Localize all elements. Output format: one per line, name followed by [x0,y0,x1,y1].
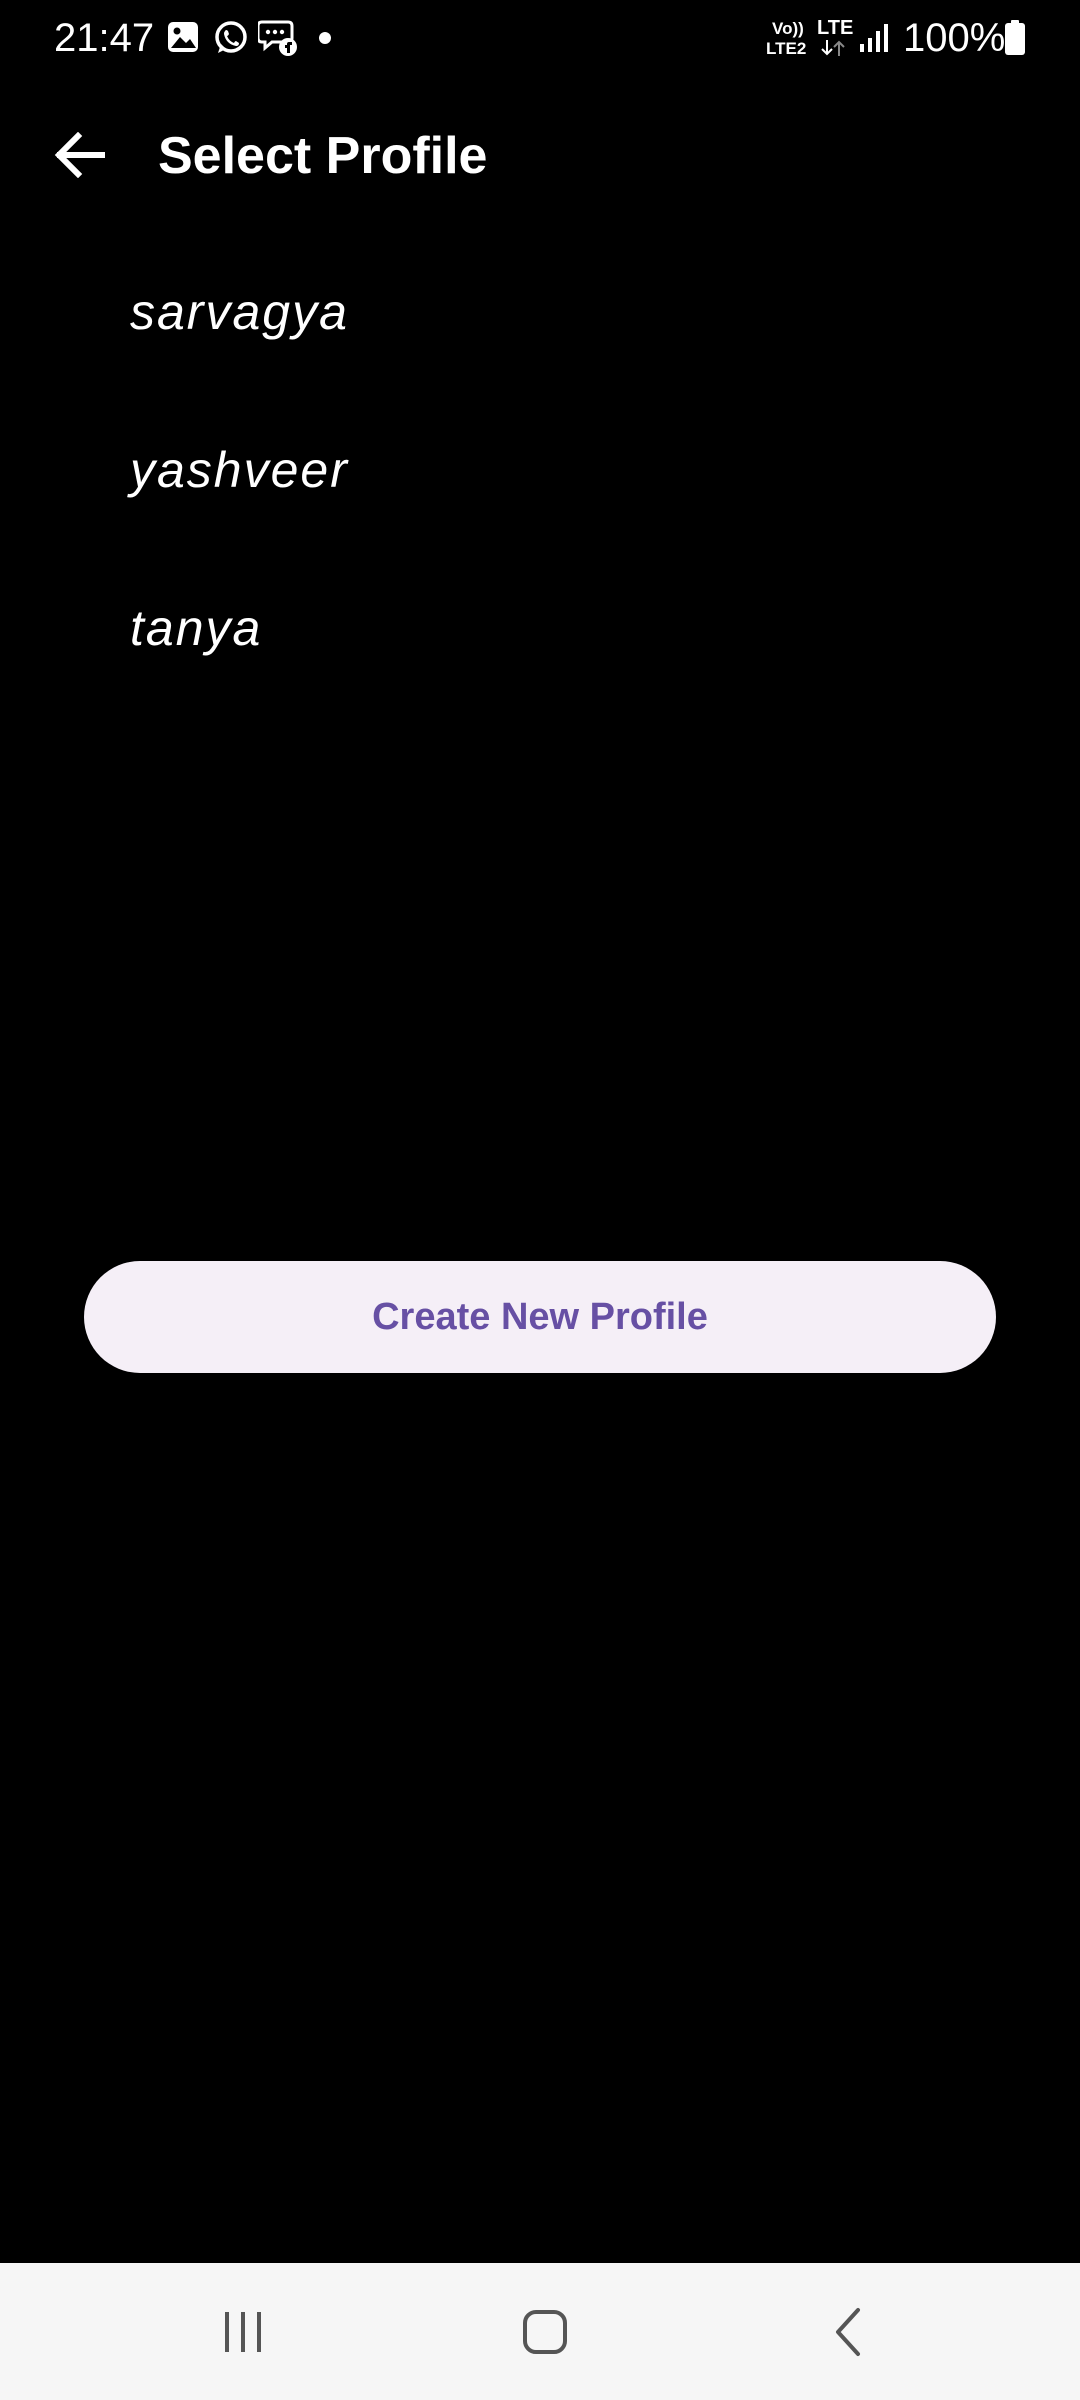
profile-item-yashveer[interactable]: yashveer [0,408,1080,566]
recents-icon [225,2311,261,2352]
battery-percent: 100% [903,16,1006,60]
page-title: Select Profile [158,127,488,185]
volte-top-label: Vo)) [772,19,804,38]
home-button[interactable] [465,2263,625,2400]
status-bar: 21:47 Vo)) LTE2 LTE 100% [0,0,1080,80]
whatsapp-icon [215,21,247,53]
recents-button[interactable] [163,2263,323,2400]
status-time: 21:47 [54,16,155,60]
data-arrows-icon [821,40,845,56]
back-icon [836,2307,860,2356]
battery-icon [1005,20,1025,55]
volte-bottom-label: LTE2 [766,39,807,58]
profile-label: sarvagya [130,284,349,340]
network-type-label: LTE [817,17,854,39]
back-button[interactable] [40,110,120,200]
system-back-button[interactable] [768,2263,928,2400]
navigation-bar [0,2263,1080,2400]
create-new-profile-label: Create New Profile [372,1295,708,1338]
messenger-icon [258,20,297,56]
profile-item-tanya[interactable]: tanya [0,566,1080,724]
signal-icon [860,24,888,52]
home-icon [523,2309,567,2354]
profile-item-sarvagya[interactable]: sarvagya [0,250,1080,408]
profile-label: tanya [130,600,263,656]
dot-icon [319,32,331,44]
profile-label: yashveer [130,442,349,498]
gallery-icon [168,22,198,52]
create-new-profile-button[interactable]: Create New Profile [84,1261,996,1373]
arrow-back-icon [54,132,105,178]
